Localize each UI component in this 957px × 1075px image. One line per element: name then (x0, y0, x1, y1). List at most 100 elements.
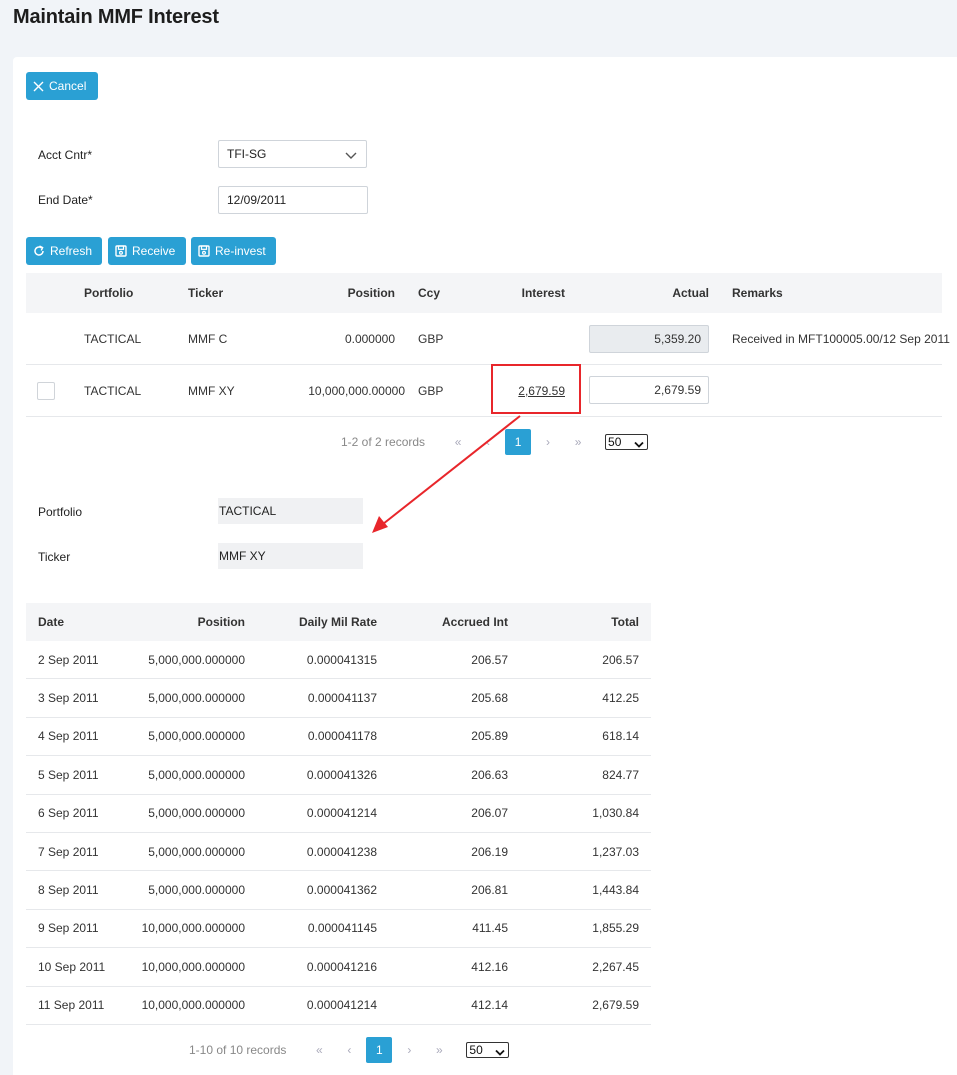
rate-cell: 0.000041214 (306, 998, 377, 1013)
date-cell: 6 Sep 2011 (38, 806, 99, 821)
table-row[interactable]: TACTICAL MMF C 0.000000 GBP 5,359.20 Rec… (26, 313, 950, 365)
acct-cntr-label: Acct Cntr* (38, 148, 93, 162)
detail-portfolio-value: TACTICAL (218, 498, 363, 524)
prev-page-icon[interactable]: ‹ (473, 435, 503, 449)
rate-cell: 0.000041145 (307, 921, 377, 936)
page-size-select[interactable]: 50 (466, 1042, 510, 1060)
position-cell: 5,000,000.000000 (148, 806, 245, 821)
col-date[interactable]: Date (38, 603, 64, 641)
table-row[interactable]: 5 Sep 2011 5,000,000.000000 0.000041326 206… (26, 756, 651, 795)
table-row[interactable]: 7 Sep 2011 5,000,000.000000 0.000041238 206… (26, 832, 651, 872)
total-cell: 1,030.84 (592, 806, 639, 821)
first-page-icon[interactable]: « (304, 1043, 334, 1057)
acct-cntr-select[interactable]: TFI-SG (218, 140, 367, 168)
total-cell: 2,267.45 (592, 959, 639, 974)
reinvest-button[interactable]: Re-invest (191, 237, 276, 265)
cancel-button[interactable]: Cancel (26, 72, 98, 100)
table-row[interactable]: 3 Sep 2011 5,000,000.000000 0.000041137 205… (26, 679, 651, 718)
col-ccy[interactable]: Ccy (418, 273, 440, 313)
next-page-icon[interactable]: › (533, 435, 563, 449)
table-row[interactable]: TACTICAL MMF XY 10,000,000.00000 GBP 2,6… (26, 365, 942, 417)
total-cell: 618.14 (602, 729, 639, 744)
position-cell: 0.000000 (344, 331, 395, 346)
rate-cell: 0.000041137 (307, 691, 377, 706)
portfolio-cell: TACTICAL (84, 331, 142, 346)
accrued-cell: 205.68 (471, 691, 508, 706)
date-cell: 9 Sep 2011 (38, 921, 99, 936)
col-position[interactable]: Position (126, 603, 245, 641)
refresh-icon (33, 245, 45, 257)
table-row[interactable]: 11 Sep 2011 10,000,000.000000 0.000041214 4… (26, 986, 651, 1025)
accrual-grid: Date Position Daily Mil Rate Accrued Int… (26, 603, 651, 1025)
col-ticker[interactable]: Ticker (188, 273, 223, 313)
date-cell: 5 Sep 2011 (38, 767, 99, 782)
save-icon (115, 245, 127, 257)
receive-label: Receive (132, 244, 176, 258)
accrued-cell: 206.63 (471, 767, 508, 782)
interest-grid-header: Portfolio Ticker Position Ccy Interest A… (26, 273, 942, 313)
col-interest[interactable]: Interest (486, 273, 565, 313)
detail-ticker-value: MMF XY (218, 543, 363, 569)
accrued-cell: 412.14 (471, 998, 508, 1013)
cancel-label: Cancel (49, 79, 87, 93)
interest-grid: Portfolio Ticker Position Ccy Interest A… (26, 273, 950, 417)
chevron-down-icon (495, 1046, 506, 1060)
position-cell: 5,000,000.000000 (148, 883, 245, 898)
rate-cell: 0.000041362 (306, 883, 377, 898)
pager-info: 1-10 of 10 records (189, 1043, 287, 1057)
actual-field: 5,359.20 (589, 325, 709, 353)
end-date-label: End Date* (38, 193, 93, 207)
table-row[interactable]: 9 Sep 2011 10,000,000.000000 0.000041145 41… (26, 909, 651, 949)
page-title: Maintain MMF Interest (13, 6, 219, 28)
detail-portfolio-label: Portfolio (38, 505, 83, 519)
table-row[interactable]: 4 Sep 2011 5,000,000.000000 0.000041178 205… (26, 717, 651, 757)
position-cell: 5,000,000.000000 (148, 652, 245, 667)
col-actual[interactable]: Actual (616, 273, 709, 313)
detail-ticker-label: Ticker (38, 550, 71, 564)
rate-cell: 0.000041315 (306, 652, 377, 667)
position-cell: 5,000,000.000000 (148, 691, 245, 706)
accrued-cell: 411.45 (472, 921, 508, 936)
chevron-down-icon (345, 149, 357, 163)
prev-page-icon[interactable]: ‹ (334, 1043, 364, 1057)
refresh-button[interactable]: Refresh (26, 237, 102, 265)
last-page-icon[interactable]: » (563, 435, 593, 449)
date-cell: 3 Sep 2011 (38, 691, 99, 706)
portfolio-cell: TACTICAL (84, 383, 142, 398)
rate-cell: 0.000041178 (307, 729, 377, 744)
ccy-cell: GBP (418, 383, 444, 398)
pager-info: 1-2 of 2 records (341, 435, 426, 449)
col-total[interactable]: Total (536, 603, 639, 641)
last-page-icon[interactable]: » (424, 1043, 454, 1057)
total-cell: 2,679.59 (592, 998, 639, 1013)
accrued-cell: 206.57 (471, 652, 508, 667)
receive-button[interactable]: Receive (108, 237, 186, 265)
end-date-input[interactable]: 12/09/2011 (218, 186, 368, 214)
position-cell: 10,000,000.000000 (141, 921, 245, 936)
total-cell: 412.25 (602, 691, 639, 706)
table-row[interactable]: 8 Sep 2011 5,000,000.000000 0.000041362 206… (26, 871, 651, 910)
actual-input[interactable]: 2,679.59 (589, 376, 709, 404)
col-daily-mil-rate[interactable]: Daily Mil Rate (266, 603, 377, 641)
col-portfolio[interactable]: Portfolio (84, 273, 133, 313)
ticker-cell: MMF XY (188, 383, 235, 398)
page-size-select[interactable]: 50 (605, 434, 649, 452)
row-checkbox[interactable] (37, 382, 55, 400)
col-accrued-int[interactable]: Accrued Int (406, 603, 508, 641)
chevron-down-icon (634, 438, 644, 452)
table-row[interactable]: 2 Sep 2011 5,000,000.000000 0.000041315 206… (26, 641, 651, 680)
date-cell: 2 Sep 2011 (38, 652, 99, 667)
interest-grid-pager: 1-2 of 2 records « ‹ 1 › » 50 (341, 429, 649, 455)
accrued-cell: 206.07 (471, 806, 508, 821)
table-row[interactable]: 6 Sep 2011 5,000,000.000000 0.000041214 206… (26, 794, 651, 833)
current-page-button[interactable]: 1 (366, 1037, 393, 1063)
table-row[interactable]: 10 Sep 2011 10,000,000.000000 0.000041216 4… (26, 948, 651, 987)
current-page-button[interactable]: 1 (505, 429, 532, 455)
col-remarks[interactable]: Remarks (732, 273, 783, 313)
accrual-grid-pager: 1-10 of 10 records « ‹ 1 › » 50 (189, 1037, 510, 1063)
col-position[interactable]: Position (286, 273, 395, 313)
ticker-cell: MMF C (188, 331, 228, 346)
next-page-icon[interactable]: › (394, 1043, 424, 1057)
first-page-icon[interactable]: « (443, 435, 473, 449)
date-cell: 11 Sep 2011 (38, 998, 105, 1013)
